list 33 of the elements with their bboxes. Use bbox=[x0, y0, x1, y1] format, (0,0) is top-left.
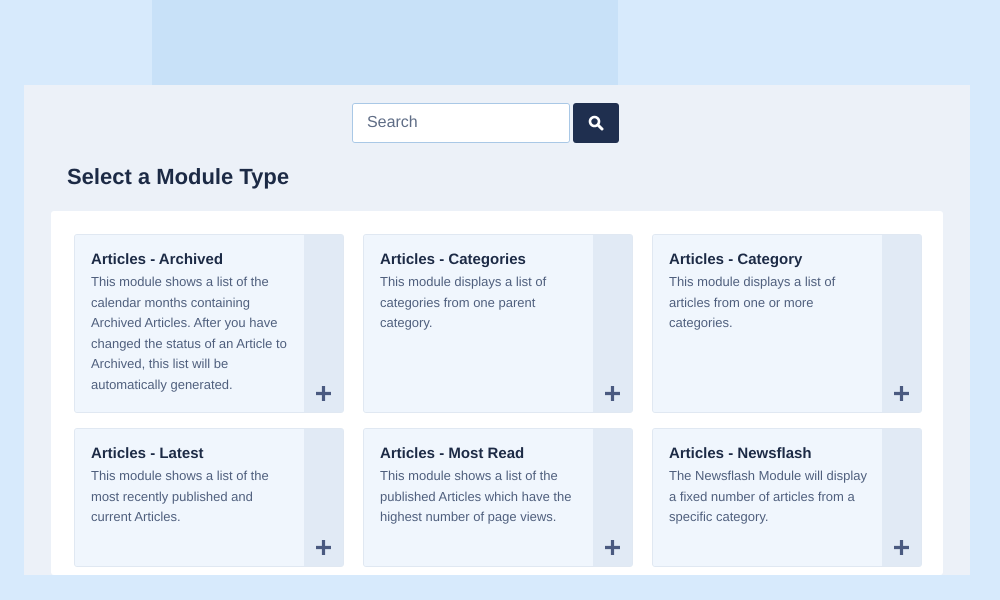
module-description: This module shows a list of the published Articles which have the highest number of page views. bbox=[380, 467, 573, 526]
plus-icon bbox=[893, 539, 910, 556]
search-button[interactable] bbox=[573, 103, 619, 143]
add-strip[interactable] bbox=[882, 235, 921, 412]
module-card[interactable]: Articles - Category This module displays a list of articles from one or more categories. bbox=[652, 234, 922, 413]
add-strip[interactable] bbox=[882, 429, 921, 566]
module-description: The Newsflash Module will display a fixed number of articles from a specific category. bbox=[669, 467, 868, 526]
plus-icon bbox=[315, 539, 332, 556]
add-strip[interactable] bbox=[593, 235, 632, 412]
search-field[interactable]: Search bbox=[352, 103, 570, 143]
module-description: This module shows a list of the most recently published and current Articles. bbox=[91, 467, 270, 526]
plus-icon bbox=[315, 385, 332, 402]
module-card[interactable]: Articles - Latest This module shows a list of the most recently published and current Articles. bbox=[74, 428, 344, 567]
module-title: Articles - Newsflash bbox=[669, 445, 813, 462]
module-description: This module shows a list of the calendar months containing Archived Articles. After you have changed the status of an Article to Archived, this list will be automatically generated. bbox=[91, 273, 288, 394]
module-description: This module displays a list of categories from one parent category. bbox=[380, 273, 548, 332]
plus-icon bbox=[893, 385, 910, 402]
plus-icon bbox=[604, 385, 621, 402]
module-description: This module displays a list of articles from one or more categories. bbox=[669, 273, 836, 332]
search-icon bbox=[588, 115, 604, 131]
add-strip[interactable] bbox=[304, 429, 343, 566]
module-card[interactable]: Articles - Newsflash The Newsflash Module will display a fixed number of articles from a specific category. bbox=[652, 428, 922, 567]
module-title: Articles - Latest bbox=[91, 445, 205, 462]
module-title: Articles - Most Read bbox=[380, 445, 526, 462]
plus-icon bbox=[604, 539, 621, 556]
module-card[interactable]: Articles - Most Read This module shows a list of the published Articles which have the highest number of page views. bbox=[363, 428, 633, 567]
module-title: Articles - Category bbox=[669, 251, 804, 268]
add-strip[interactable] bbox=[593, 429, 632, 566]
module-title: Articles - Categories bbox=[380, 251, 527, 268]
module-card[interactable] bbox=[74, 234, 344, 413]
page-heading: Select a Module Type bbox=[67, 163, 290, 191]
module-card[interactable]: Articles - Categories This module displays a list of categories from one parent category. bbox=[363, 234, 633, 413]
module-title: Articles - Archived bbox=[91, 251, 224, 268]
